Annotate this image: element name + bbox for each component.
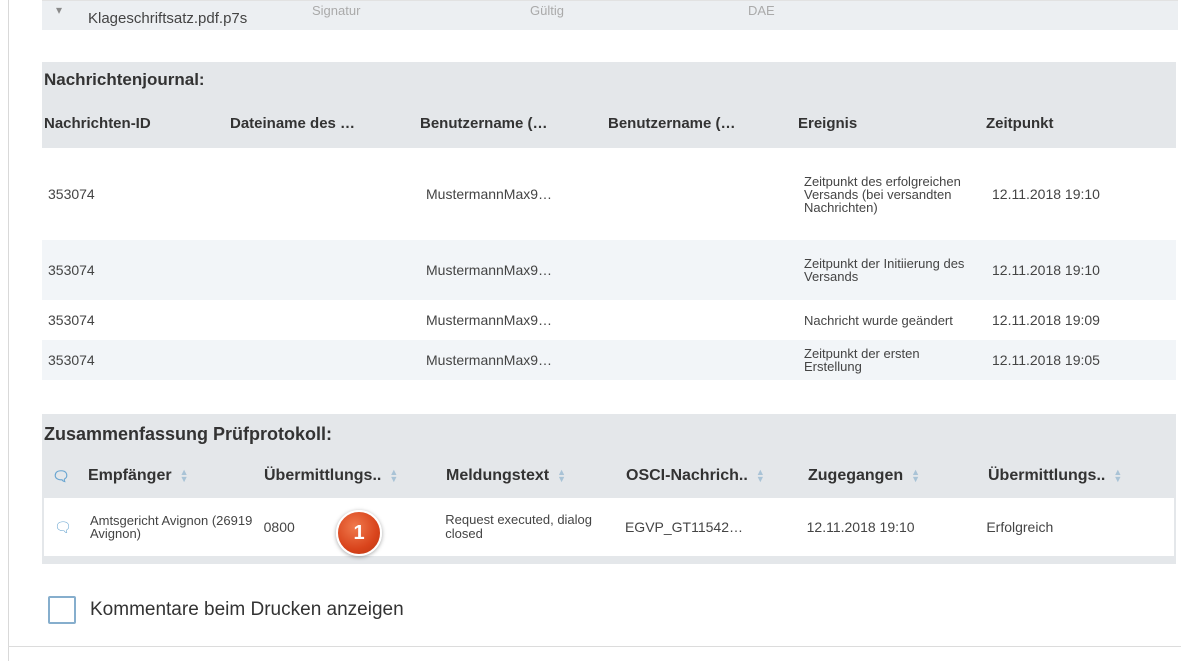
col-header-received[interactable]: Zugegangen ▲ ▼ [808,467,988,485]
show-comments-option[interactable]: Kommentare beim Drucken anzeigen [48,596,404,624]
table-row[interactable]: 353074 MustermannMax9… Zeitpunkt der ers… [42,340,1176,380]
protocol-header-row: 🗨︎ Empfänger ▲ ▼ Übermittlungs.. ▲ ▼ Meldung… [42,454,1176,498]
col-header-osci-message-label: OSCI-Nachrich.. [626,467,748,484]
sort-icon[interactable]: ▲ ▼ [389,468,398,484]
cell-username-1: MustermannMax9… [426,312,553,328]
cell-osci-message: EGVP_GT11542… [624,519,743,535]
col-header-received-label: Zugegangen [808,467,904,484]
comment-column-icon[interactable]: 🗨︎ [42,468,88,485]
cell-message-text: Request executed, dialog closed [445,512,593,541]
cell-timestamp: 12.11.2018 19:05 [992,352,1100,368]
faded-type-text: DAE [748,3,775,18]
message-journal: Nachrichtenjournal: Nachrichten-ID Datei… [42,62,1176,380]
col-header-username-2[interactable]: Benutzername (… [608,115,798,132]
col-header-event[interactable]: Ereignis [798,115,986,132]
col-header-filename[interactable]: Dateiname des … [230,115,420,132]
speech-bubble-icon: 🗨︎ [54,518,72,535]
col-header-message-text-label: Meldungstext [446,467,550,484]
cell-username-1: MustermannMax9… [426,186,553,202]
show-comments-label[interactable]: Kommentare beim Drucken anzeigen [90,599,404,621]
faded-valid-text: Gültig [530,3,564,18]
cell-message-id: 353074 [48,186,95,202]
cell-timestamp: 12.11.2018 19:10 [992,186,1100,202]
col-header-recipient-label: Empfänger [88,467,172,484]
table-row[interactable]: 353074 MustermannMax9… Zeitpunkt des erf… [42,148,1176,240]
attachment-filename[interactable]: Klageschriftsatz.pdf.p7s [88,10,247,27]
journal-header-row: Nachrichten-ID Dateiname des … Benutzern… [42,98,1176,148]
col-header-osci-message[interactable]: OSCI-Nachrich.. ▲ ▼ [626,467,808,485]
cell-timestamp: 12.11.2018 19:10 [992,262,1100,278]
cell-transmission-status: Erfolgreich [986,519,1054,535]
cell-username-1: MustermannMax9… [426,352,553,368]
cell-message-id: 353074 [48,262,95,278]
col-header-transmission-status[interactable]: Übermittlungs.. ▲ ▼ [988,467,1176,485]
cell-received: 12.11.2018 19:10 [806,519,915,535]
protocol-title: Zusammenfassung Prüfprotokoll: [42,414,1176,454]
journal-title: Nachrichtenjournal: [42,62,1176,98]
sort-icon[interactable]: ▲ ▼ [557,468,566,484]
col-header-username-1[interactable]: Benutzername (… [420,115,608,132]
col-header-message-id[interactable]: Nachrichten-ID [42,115,230,132]
frame-divider [8,646,1181,647]
col-header-transmission-code[interactable]: Übermittlungs.. ▲ ▼ [264,467,446,485]
col-header-transmission-status-label: Übermittlungs.. [988,467,1106,484]
cell-message-id: 353074 [48,352,95,368]
protocol-summary: Zusammenfassung Prüfprotokoll: 🗨︎ Empfän… [42,414,1176,564]
table-row[interactable]: 353074 MustermannMax9… Nachricht wurde g… [42,300,1176,340]
table-row[interactable]: 353074 MustermannMax9… Zeitpunkt der Ini… [42,240,1176,300]
col-header-message-text[interactable]: Meldungstext ▲ ▼ [446,467,626,485]
sort-icon[interactable]: ▲ ▼ [756,468,765,484]
col-header-recipient[interactable]: Empfänger ▲ ▼ [88,467,264,485]
sort-icon[interactable]: ▲ ▼ [911,468,920,484]
attachment-row: ▾ Klageschriftsatz.pdf.p7s Signatur Gült… [42,0,1178,30]
table-row[interactable]: 🗨︎ Amtsgericht Avignon (26919 Avignon) 0… [44,498,1174,556]
faded-signature-text: Signatur [312,3,361,18]
cell-message-id: 353074 [48,312,95,328]
frame-border [8,0,9,661]
speech-bubble-icon: 🗨︎ [52,467,70,484]
col-header-transmission-code-label: Übermittlungs.. [264,467,382,484]
cell-event: Zeitpunkt der ersten Erstellung [804,346,920,374]
cell-timestamp: 12.11.2018 19:09 [992,312,1100,328]
cell-event: Zeitpunkt der Initiierung des Versands [804,256,965,284]
cell-event: Zeitpunkt des erfolgreichen Versands (be… [804,173,961,215]
row-comment-button[interactable]: 🗨︎ [44,519,90,536]
sort-icon[interactable]: ▲ ▼ [180,468,189,484]
sort-icon[interactable]: ▲ ▼ [1113,468,1122,484]
show-comments-checkbox[interactable] [48,596,76,624]
file-icon: ▾ [56,3,63,17]
cell-event: Nachricht wurde geändert [804,312,953,328]
cell-username-1: MustermannMax9… [426,262,553,278]
cell-recipient: Amtsgericht Avignon (26919 Avignon) [89,513,253,541]
callout-badge: 1 [336,510,382,556]
col-header-timestamp[interactable]: Zeitpunkt [986,115,1176,132]
